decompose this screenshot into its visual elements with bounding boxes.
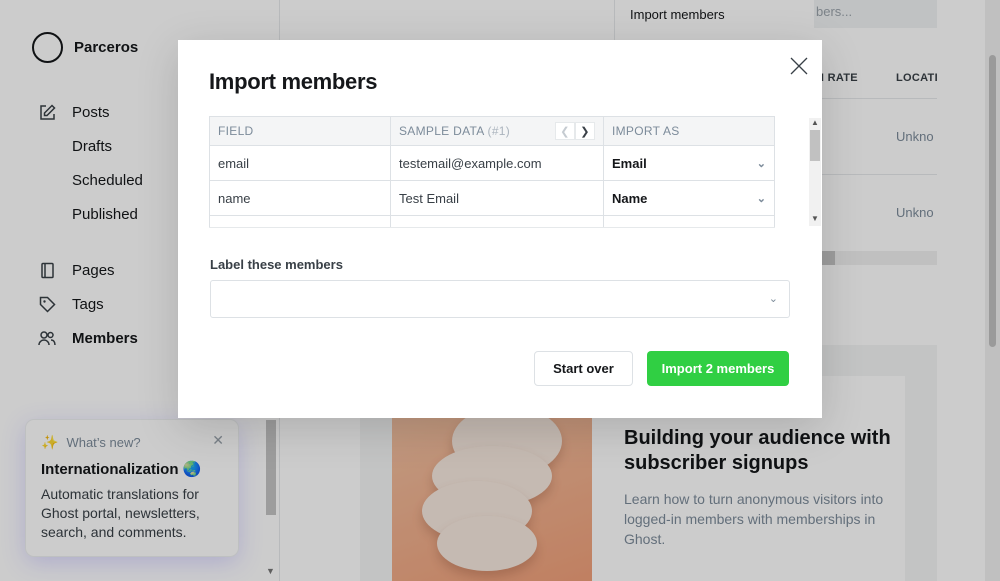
import-as-value: Name <box>612 190 648 206</box>
label-members-select[interactable]: ⌄ <box>210 280 790 318</box>
table-row: name Test Email Name ⌄ <box>209 180 775 216</box>
chevron-down-icon: ⌄ <box>756 157 766 170</box>
modal-title: Import members <box>209 69 378 94</box>
mapping-scrollbar[interactable]: ▲ ▼ <box>809 118 821 226</box>
sample-cell: testemail@example.com <box>390 145 604 181</box>
column-field: FIELD <box>209 116 391 146</box>
sample-cell: Test Email <box>390 180 604 216</box>
field-mapping-table: FIELD SAMPLE DATA (#1) ❮ ❯ IMPORT AS ema… <box>209 116 775 228</box>
column-sample-data: SAMPLE DATA (#1) ❮ ❯ <box>390 116 604 146</box>
chevron-down-icon: ⌄ <box>768 293 778 305</box>
sample-index: (#1) <box>487 124 511 138</box>
sample-pager: ❮ ❯ <box>555 122 595 140</box>
import-as-select[interactable]: Email ⌄ <box>603 145 775 181</box>
chevron-down-icon: ⌄ <box>756 192 766 205</box>
column-import-as: IMPORT AS <box>603 116 775 146</box>
field-cell: name <box>209 180 391 216</box>
scroll-down-icon[interactable]: ▼ <box>811 214 819 223</box>
table-row: email testemail@example.com Email ⌄ <box>209 145 775 181</box>
chevron-left-icon[interactable]: ❮ <box>555 122 575 140</box>
label-members-title: Label these members <box>210 257 343 272</box>
chevron-right-icon[interactable]: ❯ <box>575 122 595 140</box>
import-as-select[interactable]: Name ⌄ <box>603 180 775 216</box>
import-members-modal: Import members FIELD SAMPLE DATA (#1) ❮ <box>178 40 822 418</box>
start-over-button[interactable]: Start over <box>534 351 633 386</box>
close-icon[interactable] <box>788 55 810 77</box>
scroll-up-icon[interactable]: ▲ <box>811 118 819 127</box>
field-cell: email <box>209 145 391 181</box>
table-row <box>209 215 775 227</box>
import-members-button[interactable]: Import 2 members <box>647 351 789 386</box>
sample-data-label: SAMPLE DATA <box>399 124 484 138</box>
import-as-value: Email <box>612 155 647 171</box>
